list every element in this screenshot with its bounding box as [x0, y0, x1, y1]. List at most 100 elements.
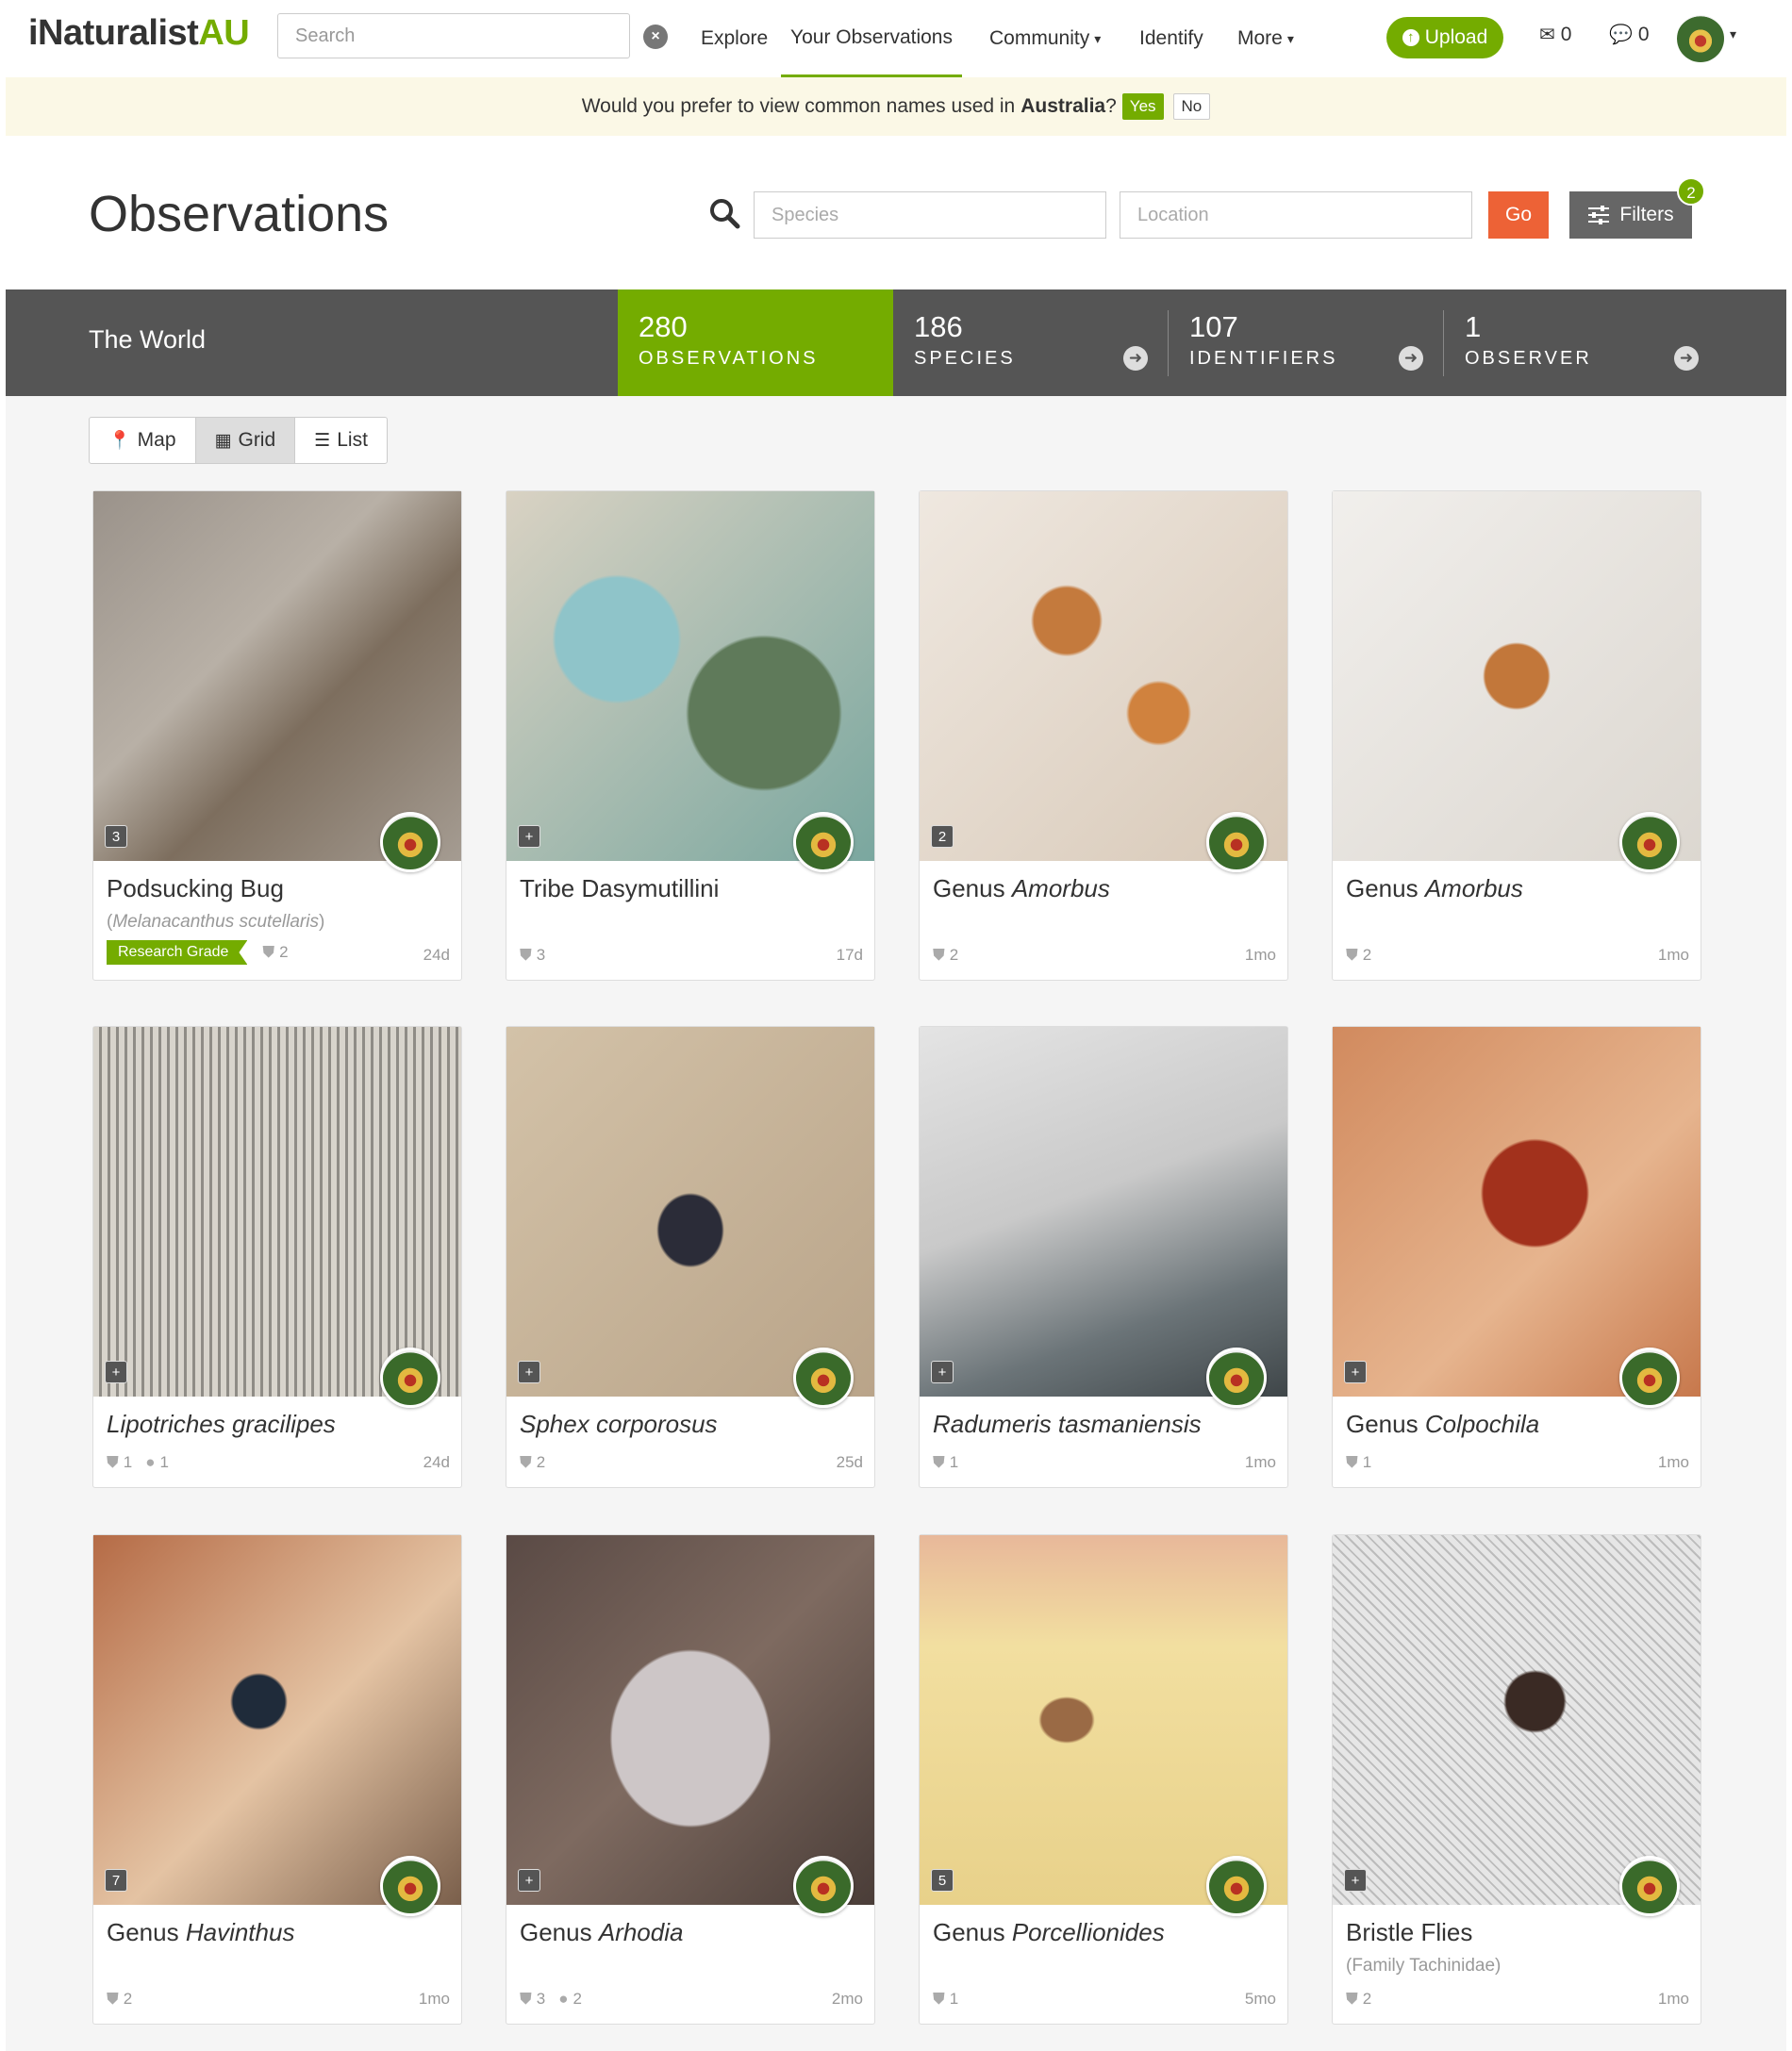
observation-card[interactable]: + Genus Arhodia ⛊ 3 ● 2 2mo [506, 1534, 875, 2025]
observation-card[interactable]: 7 Genus Havinthus ⛊ 2 1mo [92, 1534, 462, 2025]
title-taxon: Radumeris tasmaniensis [933, 1410, 1202, 1438]
observer-avatar[interactable] [793, 1348, 854, 1408]
observation-meta: ⛊ 3 [520, 946, 558, 965]
arrow-right-icon: ➜ [1399, 346, 1423, 371]
observer-avatar[interactable] [380, 812, 440, 872]
observation-title[interactable]: Bristle Flies [1346, 1918, 1472, 1947]
tag-icon: ⛊ [1346, 1990, 1358, 2008]
observation-title[interactable]: Tribe Dasymutillini [520, 874, 719, 903]
observation-photo[interactable] [1333, 491, 1701, 861]
species-input[interactable] [754, 191, 1106, 239]
observation-photo[interactable] [920, 491, 1287, 861]
arrow-right-icon: ➜ [1674, 346, 1699, 371]
nav-identify[interactable]: Identify [1139, 0, 1203, 77]
grid-view-button[interactable]: ▦ Grid [195, 418, 296, 463]
observation-photo[interactable] [506, 1027, 874, 1397]
observer-avatar[interactable] [1619, 812, 1680, 872]
observation-photo[interactable] [93, 1535, 461, 1905]
observation-photo[interactable] [506, 491, 874, 861]
observation-card[interactable]: 2 Genus Amorbus ⛊ 2 1mo [919, 490, 1288, 981]
observation-card[interactable]: 3 Podsucking Bug (Melanacanthus scutellari… [92, 490, 462, 981]
observation-photo[interactable] [93, 491, 461, 861]
identification-count-value: 1 [123, 1453, 133, 1471]
observation-card[interactable]: + Bristle Flies (Family Tachinidae) ⛊ 2 1mo [1332, 1534, 1701, 2025]
header-search-input[interactable] [277, 13, 630, 58]
map-marker-icon: 📍 [108, 431, 131, 451]
observation-title[interactable]: Radumeris tasmaniensis [933, 1410, 1202, 1439]
observation-photo[interactable] [1333, 1535, 1701, 1905]
list-view-button[interactable]: ☰ List [295, 418, 387, 463]
observation-title[interactable]: Genus Arhodia [520, 1918, 683, 1947]
observation-title[interactable]: Lipotriches gracilipes [107, 1410, 336, 1439]
nav-community[interactable]: Community ▾ [989, 0, 1101, 77]
observation-card[interactable]: + Lipotriches gracilipes ⛊ 1 ● 1 24d [92, 1026, 462, 1488]
location-input[interactable] [1120, 191, 1472, 239]
observer-avatar[interactable] [380, 1856, 440, 1916]
nav-more[interactable]: More ▾ [1237, 0, 1294, 77]
observation-title[interactable]: Genus Colpochila [1346, 1410, 1539, 1439]
observation-card[interactable]: + Tribe Dasymutillini ⛊ 3 17d [506, 490, 875, 981]
nav-explore[interactable]: Explore [701, 0, 768, 77]
filters-button[interactable]: Filters [1569, 191, 1692, 239]
upload-button[interactable]: ↑ Upload [1386, 17, 1503, 58]
tag-icon: ⛊ [107, 1453, 119, 1471]
observation-title[interactable]: Genus Amorbus [933, 874, 1110, 903]
title-prefix: Genus [107, 1918, 186, 1946]
no-button[interactable]: No [1172, 93, 1211, 120]
observation-card[interactable]: + Radumeris tasmaniensis ⛊ 1 1mo [919, 1026, 1288, 1488]
observation-photo[interactable] [506, 1535, 874, 1905]
observation-title[interactable]: Podsucking Bug [107, 874, 284, 903]
title-prefix: Genus [520, 1918, 599, 1946]
observation-card[interactable]: + Genus Colpochila ⛊ 1 1mo [1332, 1026, 1701, 1488]
tab-species[interactable]: 186 SPECIES ➜ [893, 289, 1169, 396]
observer-avatar[interactable] [1619, 1348, 1680, 1408]
observer-avatar[interactable] [1619, 1856, 1680, 1916]
identification-count-value: 2 [949, 946, 959, 964]
site-logo[interactable]: iNaturalistAU [28, 13, 250, 54]
observation-card[interactable]: + Sphex corporosus ⛊ 2 25d [506, 1026, 875, 1488]
observation-card[interactable]: 5 Genus Porcellionides ⛊ 1 5mo [919, 1534, 1288, 2025]
observation-title[interactable]: Genus Havinthus [107, 1918, 294, 1947]
messages-button[interactable]: ✉ 0 [1539, 23, 1571, 46]
observer-avatar[interactable] [380, 1348, 440, 1408]
observer-avatar[interactable] [1206, 812, 1267, 872]
title-taxon: Lipotriches gracilipes [107, 1410, 336, 1438]
observer-avatar[interactable] [1206, 1348, 1267, 1408]
observation-photo[interactable] [920, 1535, 1287, 1905]
observation-age: 1mo [1657, 1453, 1689, 1471]
observer-avatar[interactable] [793, 1856, 854, 1916]
observation-meta: ⛊ 2 [1346, 1990, 1385, 2009]
yes-button[interactable]: Yes [1121, 93, 1164, 120]
observer-avatar[interactable] [793, 812, 854, 872]
observation-age: 1mo [1657, 1990, 1689, 2008]
tab-identifiers[interactable]: 107 IDENTIFIERS ➜ [1169, 289, 1444, 396]
comment-icon: ● [145, 1453, 156, 1471]
observer-avatar[interactable] [1206, 1856, 1267, 1916]
notifications-button[interactable]: 💬 0 [1609, 23, 1650, 46]
identification-count-value: 2 [1362, 946, 1372, 964]
map-view-button[interactable]: 📍 Map [90, 418, 196, 463]
chevron-down-icon[interactable]: ▾ [1730, 26, 1736, 42]
arrow-right-icon: ➜ [1123, 346, 1148, 371]
observation-title[interactable]: Genus Amorbus [1346, 874, 1523, 903]
clear-search-icon[interactable]: × [643, 25, 668, 49]
tab-observers[interactable]: 1 OBSERVER ➜ [1444, 289, 1719, 396]
go-button[interactable]: Go [1488, 191, 1549, 239]
identification-count: ⛊ 2 [107, 1990, 132, 2009]
nav-your-observations[interactable]: Your Observations [781, 0, 962, 77]
observation-photo[interactable] [1333, 1027, 1701, 1397]
observation-title[interactable]: Sphex corporosus [520, 1410, 718, 1439]
user-avatar[interactable] [1677, 15, 1724, 62]
title-taxon: Amorbus [1011, 874, 1110, 902]
identification-count: ⛊ 2 [933, 946, 958, 965]
tab-observations[interactable]: 280 OBSERVATIONS [618, 289, 893, 396]
observation-title[interactable]: Genus Porcellionides [933, 1918, 1165, 1947]
photo-count-badge: + [1344, 1361, 1367, 1383]
observation-photo[interactable] [93, 1027, 461, 1397]
subtitle-end: ) [318, 912, 325, 932]
observation-card[interactable]: Genus Amorbus ⛊ 2 1mo [1332, 490, 1701, 981]
observation-photo[interactable] [920, 1027, 1287, 1397]
title-taxon: Arhodia [598, 1918, 684, 1946]
stats-bar: The World 280 OBSERVATIONS 186 SPECIES ➜… [6, 289, 1786, 396]
subtitle-taxon: Melanacanthus scutellaris [112, 912, 319, 932]
